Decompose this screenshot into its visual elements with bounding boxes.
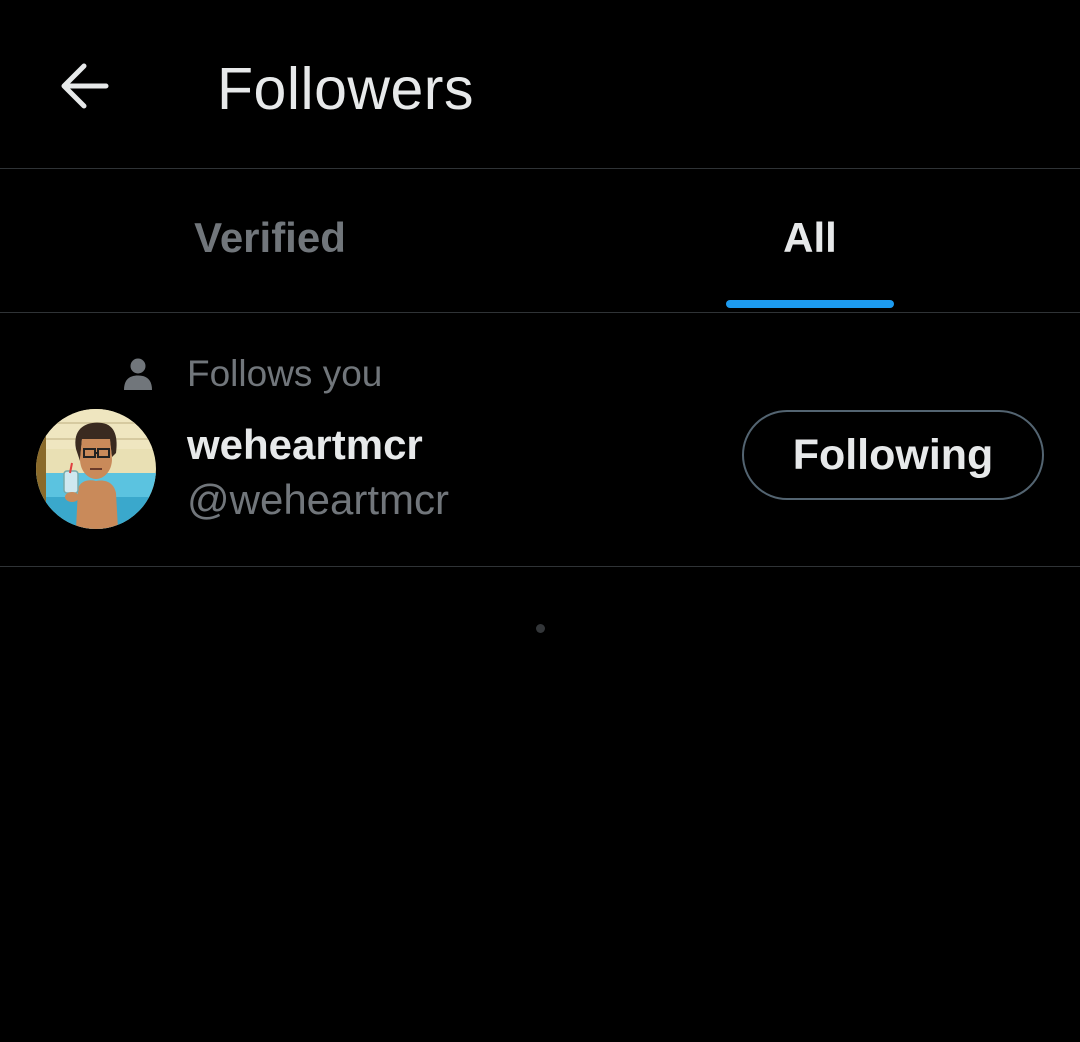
active-tab-indicator — [726, 300, 894, 308]
following-button-label: Following — [792, 430, 994, 479]
tab-bar: Verified All — [0, 169, 1080, 313]
top-app-bar: Followers — [0, 0, 1080, 169]
tab-all-label: All — [783, 214, 837, 261]
person-icon — [124, 358, 152, 390]
cartoon-avatar-icon — [36, 409, 156, 529]
tab-verified-label: Verified — [194, 214, 346, 261]
page-title: Followers — [217, 56, 474, 122]
following-button[interactable]: Following — [742, 410, 1044, 500]
display-name[interactable]: weheartmcr — [187, 421, 423, 469]
user-handle: @weheartmcr — [187, 476, 450, 523]
arrow-left-icon — [61, 63, 109, 109]
follower-row[interactable]: Follows you weheartmcr @weheartmcr Follo… — [0, 313, 1080, 567]
back-button[interactable] — [50, 52, 118, 120]
avatar[interactable] — [36, 409, 156, 529]
social-context: Follows you — [122, 351, 382, 397]
loading-indicator — [536, 624, 545, 633]
social-context-label: Follows you — [187, 353, 383, 394]
tab-verified[interactable]: Verified — [0, 169, 540, 313]
tab-all[interactable]: All — [540, 169, 1080, 313]
